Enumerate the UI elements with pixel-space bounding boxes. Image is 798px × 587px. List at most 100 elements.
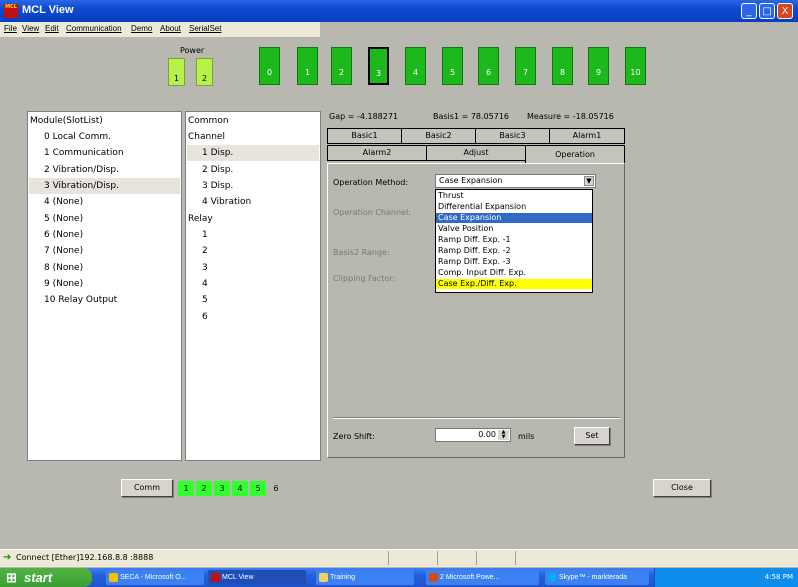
list-item[interactable]: Common: [188, 113, 229, 129]
windows-logo-icon: ⊞: [6, 570, 17, 585]
dropdown-option[interactable]: Differential Expansion: [436, 202, 592, 212]
module-slot-list[interactable]: Module(SlotList) 0 Local Comm. 1 Communi…: [27, 111, 182, 461]
list-item[interactable]: 7 (None): [44, 243, 83, 259]
app-icon: MCL: [4, 4, 18, 18]
list-item[interactable]: 2 Vibration/Disp.: [44, 162, 119, 178]
list-item[interactable]: 10 Relay Output: [44, 292, 117, 308]
list-item[interactable]: 4: [202, 276, 208, 292]
list-item[interactable]: 9 (None): [44, 276, 83, 292]
slot-button-2[interactable]: 2: [331, 47, 352, 85]
skype-icon: [548, 572, 557, 582]
menu-about[interactable]: About: [160, 24, 181, 33]
slot-button-5[interactable]: 5: [442, 47, 463, 85]
power-button-2[interactable]: 2: [196, 58, 213, 86]
status-divider: [388, 551, 389, 565]
list-item[interactable]: 4 Vibration: [202, 194, 251, 210]
list-item[interactable]: 1: [202, 227, 208, 243]
menu-view[interactable]: View: [22, 24, 39, 33]
chevron-down-icon[interactable]: ▼: [584, 176, 594, 186]
menu-bar-filler: [320, 22, 798, 37]
menu-communication[interactable]: Communication: [66, 24, 122, 33]
dropdown-option-selected[interactable]: Case Expansion: [436, 213, 592, 223]
comm-button[interactable]: Comm: [121, 479, 173, 497]
task-label: SECA - Microsoft O...: [120, 574, 187, 581]
menu-edit[interactable]: Edit: [45, 24, 59, 33]
dropdown-option[interactable]: Thrust: [436, 191, 592, 201]
tab-operation[interactable]: Operation: [525, 145, 625, 164]
list-item[interactable]: 8 (None): [44, 260, 83, 276]
task-powerpoint[interactable]: 2 Microsoft Powe...: [426, 570, 539, 585]
zero-shift-input[interactable]: 0.00 ▲ ▼: [435, 428, 511, 442]
tab-basic1[interactable]: Basic1: [327, 128, 402, 144]
list-item[interactable]: 1 Communication: [44, 145, 124, 161]
operation-method-dropdown[interactable]: Thrust Differential Expansion Case Expan…: [435, 189, 593, 293]
task-label: Training: [330, 574, 356, 581]
minimize-button[interactable]: _: [741, 3, 757, 19]
comm-slot-6[interactable]: 6: [268, 481, 284, 496]
task-label: 2 Microsoft Powe...: [440, 574, 500, 581]
menu-serialset[interactable]: SerialSet: [189, 24, 221, 33]
tab-basic2[interactable]: Basic2: [401, 128, 476, 144]
dropdown-option-highlighted[interactable]: Case Exp./Diff. Exp.: [436, 279, 592, 289]
tab-adjust[interactable]: Adjust: [426, 145, 526, 161]
tab-basic3[interactable]: Basic3: [475, 128, 550, 144]
operation-method-select[interactable]: Case Expansion ▼: [435, 174, 596, 188]
comm-slot-2[interactable]: 2: [196, 481, 212, 496]
dropdown-option[interactable]: Comp. Input Diff. Exp.: [436, 268, 592, 278]
spin-updown-icon[interactable]: ▲ ▼: [498, 430, 509, 440]
list-item[interactable]: 5 (None): [44, 211, 83, 227]
operation-method-value: Case Expansion: [439, 176, 503, 185]
maximize-button[interactable]: □: [759, 3, 775, 19]
dropdown-option[interactable]: Valve Position: [436, 224, 592, 234]
list-item[interactable]: Channel: [188, 129, 225, 145]
zero-shift-label: Zero Shift:: [333, 432, 375, 441]
list-item[interactable]: 3: [202, 260, 208, 276]
comm-slot-5[interactable]: 5: [250, 481, 266, 496]
slot-button-8[interactable]: 8: [552, 47, 573, 85]
list-item[interactable]: 2: [202, 243, 208, 259]
slot-button-9[interactable]: 9: [588, 47, 609, 85]
tab-alarm2[interactable]: Alarm2: [327, 145, 427, 161]
comm-slot-3[interactable]: 3: [214, 481, 230, 496]
set-button[interactable]: Set: [574, 427, 610, 445]
slot-button-10[interactable]: 10: [625, 47, 646, 85]
start-button[interactable]: ⊞ start: [0, 568, 92, 587]
list-item[interactable]: 2 Disp.: [202, 162, 233, 178]
close-button[interactable]: Close: [653, 479, 711, 497]
task-mcl-view[interactable]: MCL View: [208, 570, 306, 585]
slot-button-4[interactable]: 4: [405, 47, 426, 85]
dropdown-option[interactable]: Ramp Diff. Exp. -3: [436, 257, 592, 267]
menu-demo[interactable]: Demo: [131, 24, 152, 33]
task-seca[interactable]: SECA - Microsoft O...: [106, 570, 204, 585]
slot-button-6[interactable]: 6: [478, 47, 499, 85]
tray-icon[interactable]: [659, 573, 668, 582]
dropdown-option[interactable]: Ramp Diff. Exp. -2: [436, 246, 592, 256]
task-skype[interactable]: Skype™ - markterada: [545, 570, 649, 585]
powerpoint-icon: [429, 572, 438, 582]
list-item-selected[interactable]: 3 Vibration/Disp.: [29, 178, 180, 194]
comm-slot-1[interactable]: 1: [178, 481, 194, 496]
list-item[interactable]: 5: [202, 292, 208, 308]
list-item[interactable]: 4 (None): [44, 194, 83, 210]
list-item[interactable]: 3 Disp.: [202, 178, 233, 194]
channel-list[interactable]: Common Channel 1 Disp. 2 Disp. 3 Disp. 4…: [185, 111, 321, 461]
title-bar[interactable]: MCL MCL View _ □ X: [0, 0, 798, 22]
slot-button-3[interactable]: 3: [368, 47, 389, 85]
list-item[interactable]: Relay: [188, 211, 213, 227]
dropdown-option[interactable]: Ramp Diff. Exp. -1: [436, 235, 592, 245]
menu-file[interactable]: File: [4, 24, 17, 33]
tab-alarm1[interactable]: Alarm1: [549, 128, 625, 144]
list-item-selected[interactable]: 1 Disp.: [187, 145, 319, 161]
list-item[interactable]: 6 (None): [44, 227, 83, 243]
close-window-button[interactable]: X: [777, 3, 793, 19]
windows-taskbar: ⊞ start SECA - Microsoft O... MCL View T…: [0, 568, 798, 587]
slot-button-0[interactable]: 0: [259, 47, 280, 85]
slot-button-1[interactable]: 1: [297, 47, 318, 85]
slot-button-7[interactable]: 7: [515, 47, 536, 85]
task-training[interactable]: Training: [316, 570, 414, 585]
comm-slot-4[interactable]: 4: [232, 481, 248, 496]
list-item[interactable]: 0 Local Comm.: [44, 129, 111, 145]
list-item[interactable]: 6: [202, 309, 208, 325]
power-button-1[interactable]: 1: [168, 58, 185, 86]
window-title: MCL View: [22, 4, 74, 16]
